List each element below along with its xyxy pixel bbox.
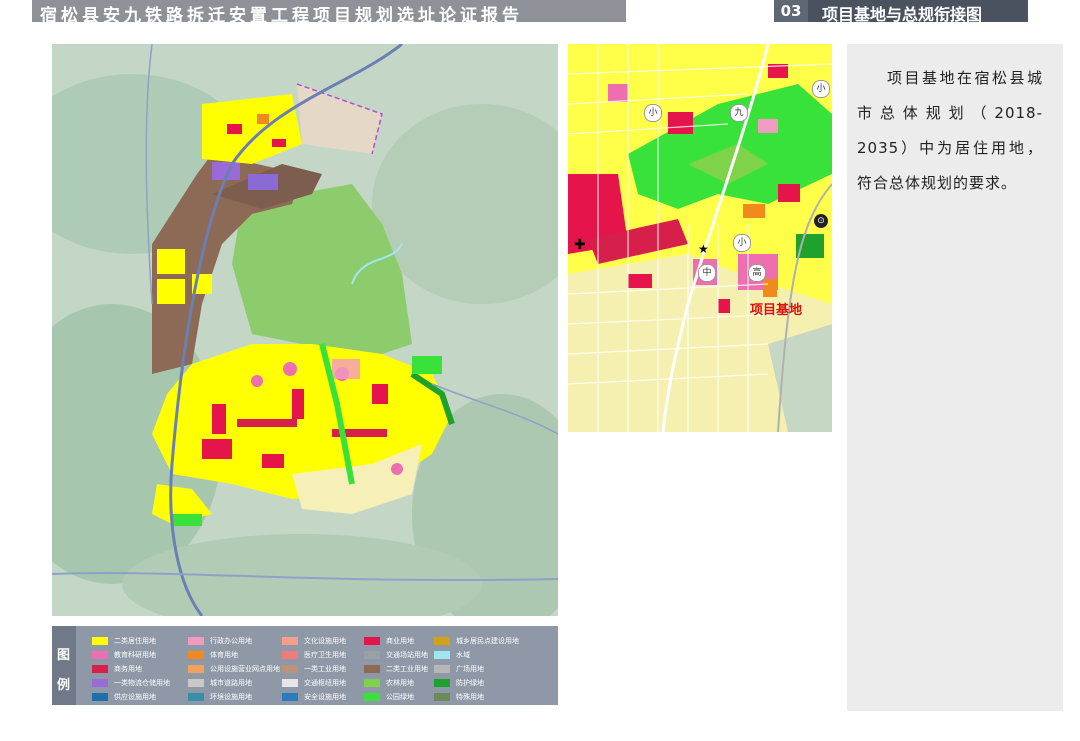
- legend-label: 广场用地: [456, 665, 484, 673]
- legend-swatch: [188, 651, 204, 659]
- legend-label: 环境设施用地: [210, 693, 252, 701]
- legend-swatch: [188, 693, 204, 701]
- legend-label: 特殊用地: [456, 693, 484, 701]
- legend-label: 一类工业用地: [304, 665, 346, 673]
- legend-swatch: [282, 693, 298, 701]
- legend-title-char: 例: [57, 678, 71, 693]
- legend-swatch: [188, 637, 204, 645]
- legend-label: 文化设施用地: [304, 637, 346, 645]
- legend-label: 医疗卫生用地: [304, 651, 346, 659]
- legend-label: 交通枢纽用地: [304, 679, 346, 687]
- legend-swatch: [92, 693, 108, 701]
- map-legend: 图 例 二类居住用地 行政办公用地 文化设施用地 商业用地 城乡居民点建设用地教育科研用…: [52, 626, 558, 705]
- section-title: 项目基地与总规衔接图: [822, 5, 983, 24]
- legend-swatch: [92, 679, 108, 687]
- legend-label: 公园绿地: [386, 693, 414, 701]
- legend-swatch: [282, 637, 298, 645]
- legend-swatch: [92, 665, 108, 673]
- station-icon: ⊙: [814, 214, 828, 228]
- legend-swatch: [364, 693, 380, 701]
- legend-label: 行政办公用地: [210, 637, 252, 645]
- legend-swatch: [364, 679, 380, 687]
- school-marker: 小: [644, 104, 662, 122]
- legend-swatch: [282, 679, 298, 687]
- legend-label: 商业用地: [386, 637, 414, 645]
- legend-label: 安全设施用地: [304, 693, 346, 701]
- legend-title-char: 图: [57, 648, 71, 663]
- legend-swatch: [434, 693, 450, 701]
- legend-label: 一类物流仓储用地: [114, 679, 170, 687]
- project-site-label: 项目基地: [750, 303, 803, 318]
- legend-label: 农林用地: [386, 679, 414, 687]
- report-title: 宿松县安九铁路拆迁安置工程项目规划选址论证报告: [40, 6, 523, 26]
- legend-label: 二类居住用地: [114, 637, 156, 645]
- legend-swatch: [364, 637, 380, 645]
- legend-label: 商务用地: [114, 665, 142, 673]
- school-marker: 小: [812, 80, 830, 98]
- legend-swatch: [434, 651, 450, 659]
- description-text: 项目基地在宿松县城市总体规划（2018-2035）中为居住用地，符合总体规划的要…: [857, 69, 1043, 192]
- legend-label: 体育用地: [210, 651, 238, 659]
- school-marker: 九: [730, 104, 748, 122]
- legend-label: 城市道路用地: [210, 679, 252, 687]
- legend-label: 交通场站用地: [386, 651, 428, 659]
- inset-detail-map: 小 九 小 中 高 小 ✚ ★ ⊙ 项目基地: [568, 44, 832, 432]
- master-plan-map: [52, 44, 558, 616]
- star-icon: ★: [698, 242, 709, 256]
- legend-label: 二类工业用地: [386, 665, 428, 673]
- legend-title: 图 例: [52, 626, 76, 705]
- legend-label: 防护绿地: [456, 679, 484, 687]
- legend-swatch: [92, 651, 108, 659]
- legend-swatch: [92, 637, 108, 645]
- section-number: 03: [774, 0, 808, 22]
- legend-swatch: [188, 665, 204, 673]
- legend-swatch: [188, 679, 204, 687]
- legend-label: 公用设施营业网点用地: [210, 665, 280, 673]
- legend-swatch: [282, 651, 298, 659]
- legend-swatch: [364, 665, 380, 673]
- school-marker: 高: [748, 264, 766, 282]
- legend-label: 水域: [456, 651, 470, 659]
- legend-swatch: [434, 637, 450, 645]
- legend-label: 教育科研用地: [114, 651, 156, 659]
- legend-swatch: [282, 665, 298, 673]
- legend-label: 供应设施用地: [114, 693, 156, 701]
- legend-swatch: [434, 679, 450, 687]
- legend-swatch: [434, 665, 450, 673]
- school-marker: 小: [733, 234, 751, 252]
- legend-label: 城乡居民点建设用地: [456, 637, 519, 645]
- school-marker: 中: [698, 264, 716, 282]
- hospital-icon: ✚: [574, 237, 586, 253]
- legend-swatch: [364, 651, 380, 659]
